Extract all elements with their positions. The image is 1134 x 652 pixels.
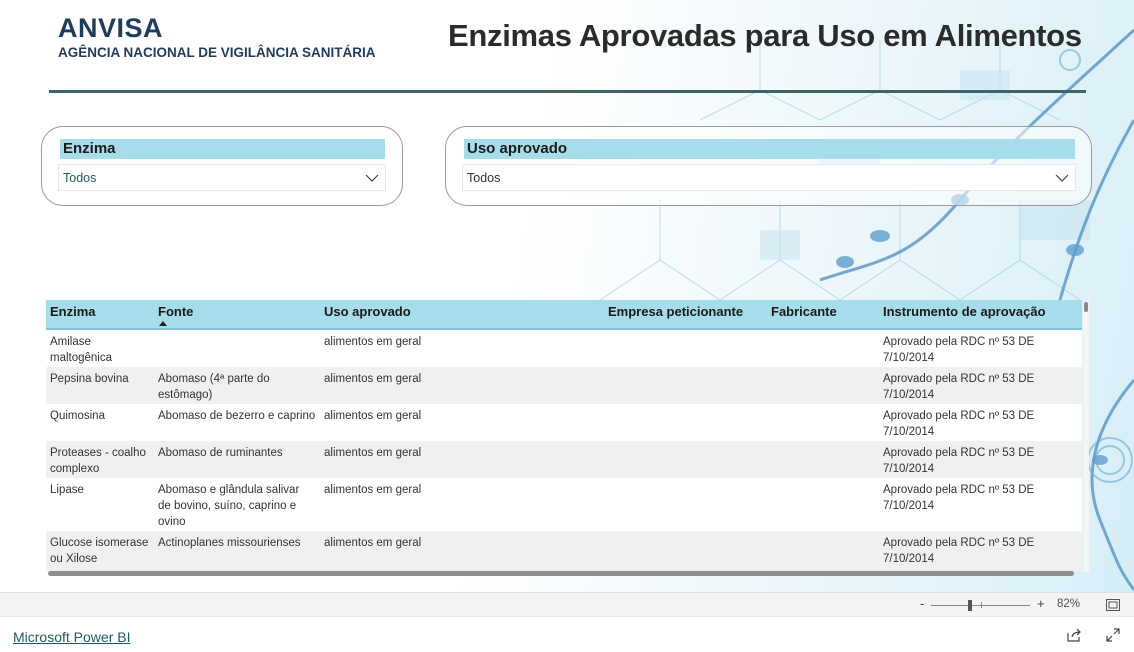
slicer-enzima-label: Enzima <box>60 139 385 159</box>
page-title: Enzimas Aprovadas para Uso em Alimentos <box>448 18 1082 53</box>
table-header: Enzima Fonte Uso aprovado Empresa petici… <box>46 300 1082 330</box>
column-header-fonte[interactable]: Fonte <box>158 304 193 319</box>
chevron-down-icon <box>365 174 379 182</box>
cell-instrumento: Aprovado pela RDC nº 53 DE 7/10/2014 <box>883 447 1035 475</box>
cell-enzima: Lipase <box>50 484 84 496</box>
header-divider <box>49 90 1086 93</box>
cell-instrumento: Aprovado pela RDC nº 53 DE 7/10/2014 <box>883 537 1035 565</box>
slicer-uso-aprovado: Uso aprovado Todos <box>445 126 1092 206</box>
zoom-level: 82% <box>1057 598 1081 610</box>
zoom-slider-thumb[interactable] <box>968 600 972 611</box>
table-row[interactable]: Quimosina Abomaso de bezerro e caprino a… <box>46 404 1082 441</box>
slicer-enzima: Enzima Todos <box>41 126 403 206</box>
powerbi-footer: Microsoft Power BI <box>0 616 1134 652</box>
zoom-out-button[interactable]: - <box>920 596 924 611</box>
slicer-uso-value: Todos <box>467 171 501 185</box>
zoom-bar: - + 82% <box>0 592 1134 616</box>
cell-uso: alimentos em geral <box>324 537 422 549</box>
zoom-in-button[interactable]: + <box>1037 596 1045 611</box>
slicer-enzima-value: Todos <box>63 171 97 185</box>
chevron-down-icon <box>1055 174 1069 182</box>
cell-uso: alimentos em geral <box>324 336 422 348</box>
slicer-uso-dropdown[interactable]: Todos <box>462 164 1076 191</box>
cell-instrumento: Aprovado pela RDC nº 53 DE 7/10/2014 <box>883 336 1035 364</box>
enzymes-table: Enzima Fonte Uso aprovado Empresa petici… <box>46 300 1082 572</box>
cell-enzima: Proteases - coalho complexo <box>50 447 146 475</box>
column-header-empresa-peticionante[interactable]: Empresa peticionante <box>608 304 743 319</box>
table-row[interactable]: Amilase maltogênica alimentos em geral A… <box>46 330 1082 367</box>
cell-enzima: Amilase maltogênica <box>50 336 113 364</box>
powerbi-link[interactable]: Microsoft Power BI <box>13 629 130 645</box>
table-row[interactable]: Glucose isomerase ou Xilose Actinoplanes… <box>46 531 1082 571</box>
report-canvas: ANVISA AGÊNCIA NACIONAL DE VIGILÂNCIA SA… <box>0 0 1134 592</box>
cell-fonte: Abomaso (4ª parte do estômago) <box>158 373 270 401</box>
slicer-enzima-dropdown[interactable]: Todos <box>58 164 386 191</box>
table-row[interactable]: Pepsina bovina Abomaso (4ª parte do estô… <box>46 367 1082 404</box>
cell-instrumento: Aprovado pela RDC nº 53 DE 7/10/2014 <box>883 484 1035 512</box>
fit-to-page-icon[interactable] <box>1106 599 1120 611</box>
cell-enzima: Glucose isomerase ou Xilose <box>50 537 149 565</box>
cell-uso: alimentos em geral <box>324 373 422 385</box>
expand-icon[interactable] <box>1106 628 1120 642</box>
column-header-uso-aprovado[interactable]: Uso aprovado <box>324 304 411 319</box>
cell-uso: alimentos em geral <box>324 447 422 459</box>
logo-title: ANVISA <box>58 13 164 43</box>
column-header-enzima[interactable]: Enzima <box>50 304 96 319</box>
cell-fonte: Abomaso de ruminantes <box>158 447 283 459</box>
column-header-fabricante[interactable]: Fabricante <box>771 304 837 319</box>
vertical-scrollbar-thumb[interactable] <box>1084 302 1088 312</box>
cell-instrumento: Aprovado pela RDC nº 53 DE 7/10/2014 <box>883 373 1035 401</box>
table-row[interactable]: Proteases - coalho complexo Abomaso de r… <box>46 441 1082 478</box>
cell-uso: alimentos em geral <box>324 410 422 422</box>
zoom-slider-tick <box>981 602 982 608</box>
slicer-uso-label: Uso aprovado <box>464 139 1075 159</box>
cell-instrumento: Aprovado pela RDC nº 53 DE 7/10/2014 <box>883 410 1035 438</box>
cell-enzima: Pepsina bovina <box>50 373 129 385</box>
cell-fonte: Abomaso e glândula salivar de bovino, su… <box>158 484 300 528</box>
sort-ascending-icon <box>159 321 167 326</box>
table-horizontal-scrollbar[interactable] <box>48 571 1074 576</box>
logo-subtitle: AGÊNCIA NACIONAL DE VIGILÂNCIA SANITÁRIA <box>58 45 376 60</box>
table-vertical-scrollbar[interactable] <box>1083 300 1089 572</box>
cell-enzima: Quimosina <box>50 410 105 422</box>
cell-fonte: Actinoplanes missourienses <box>158 537 301 549</box>
table-body: Amilase maltogênica alimentos em geral A… <box>46 330 1082 571</box>
share-icon[interactable] <box>1067 628 1082 642</box>
column-header-instrumento[interactable]: Instrumento de aprovação <box>883 304 1046 319</box>
table-row[interactable]: Lipase Abomaso e glândula salivar de bov… <box>46 478 1082 531</box>
cell-uso: alimentos em geral <box>324 484 422 496</box>
cell-fonte: Abomaso de bezerro e caprino <box>158 410 316 422</box>
